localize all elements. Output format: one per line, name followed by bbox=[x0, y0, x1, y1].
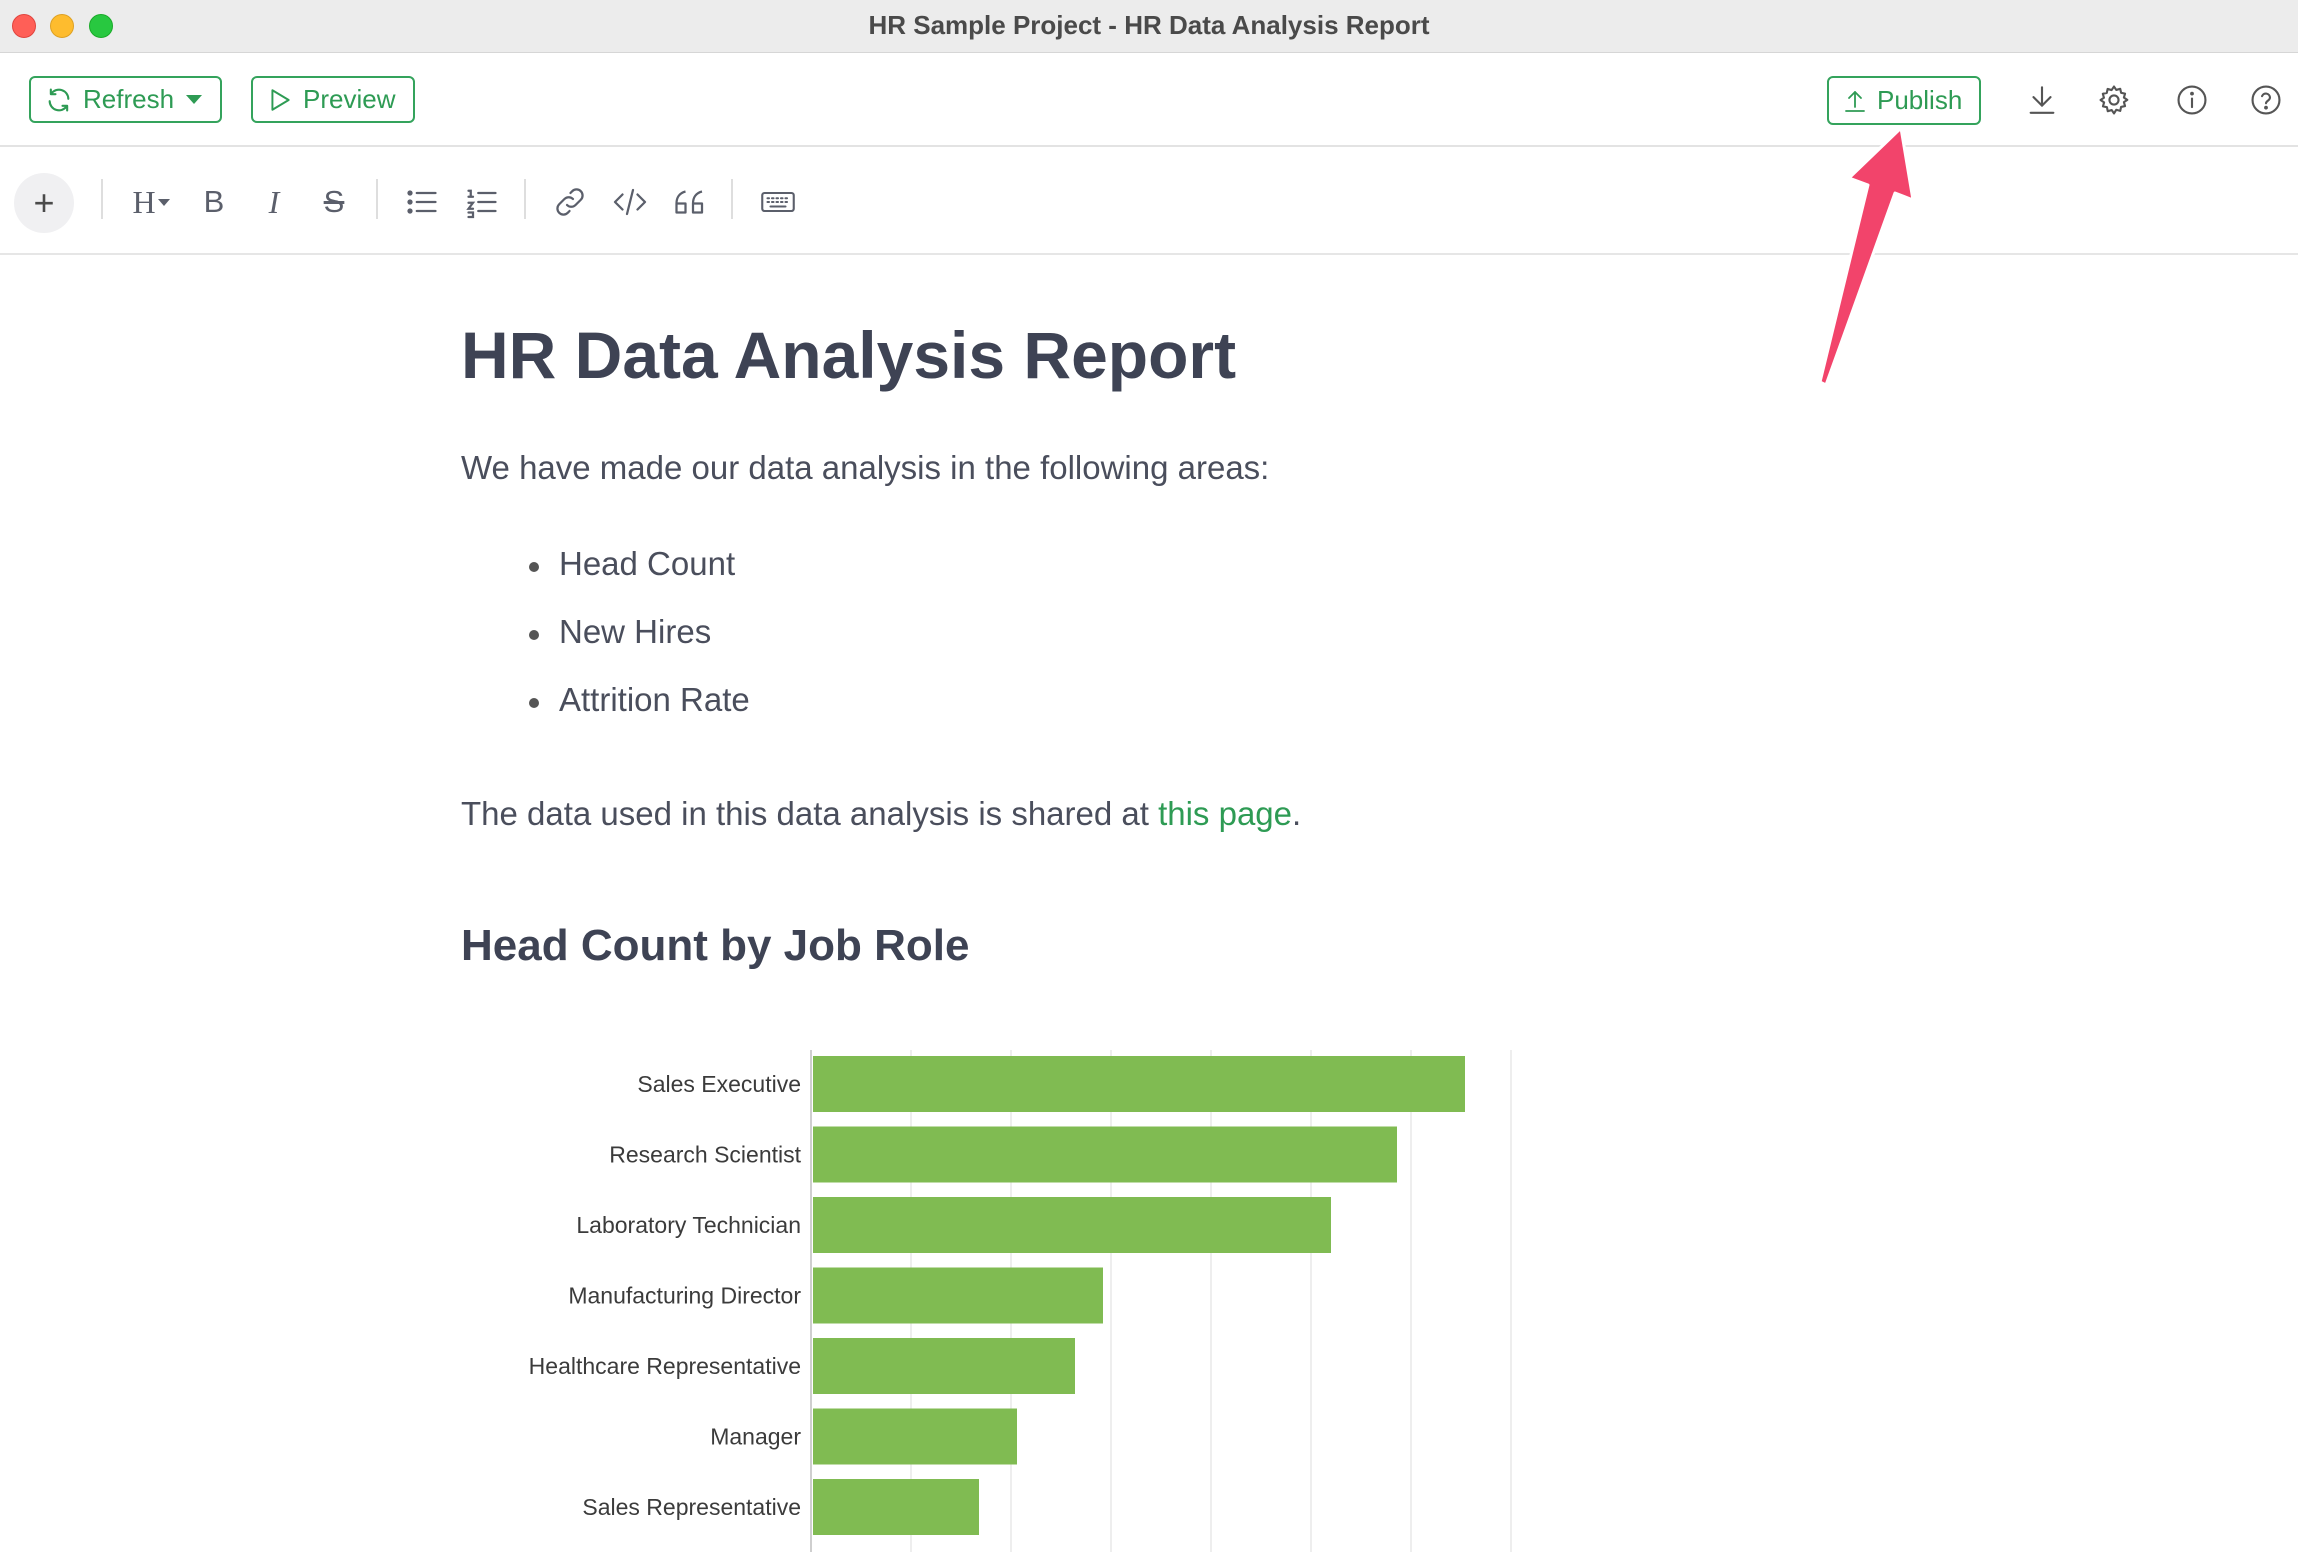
download-icon[interactable] bbox=[2025, 83, 2059, 117]
chart-category-label: Research Scientist bbox=[609, 1142, 801, 1168]
data-source-paragraph: The data used in this data analysis is s… bbox=[461, 795, 1301, 833]
chart-bar[interactable] bbox=[813, 1338, 1075, 1394]
bold-button[interactable]: B bbox=[196, 182, 232, 222]
numbered-list-icon[interactable] bbox=[464, 182, 500, 222]
bold-icon: B bbox=[203, 184, 225, 219]
refresh-button[interactable]: Refresh bbox=[29, 76, 222, 123]
strikethrough-icon: S bbox=[323, 184, 345, 219]
section-title: Head Count by Job Role bbox=[461, 921, 970, 970]
help-icon[interactable] bbox=[2249, 83, 2283, 117]
format-toolbar: + H B I S bbox=[0, 147, 2298, 255]
data-source-link[interactable]: this page bbox=[1158, 795, 1292, 832]
list-item: Head Count bbox=[529, 545, 750, 613]
add-block-button[interactable]: + bbox=[14, 173, 74, 233]
areas-list: Head Count New Hires Attrition Rate bbox=[529, 545, 750, 749]
chart-category-label: Laboratory Technician bbox=[576, 1212, 801, 1238]
chevron-down-icon bbox=[157, 198, 170, 206]
italic-button[interactable]: I bbox=[256, 182, 292, 222]
italic-icon: I bbox=[268, 183, 280, 220]
heading-icon: H bbox=[132, 183, 156, 220]
chart-category-label: Manufacturing Director bbox=[568, 1283, 801, 1309]
main-toolbar: Refresh Preview Publish bbox=[0, 53, 2298, 147]
upload-icon bbox=[1845, 90, 1865, 112]
gear-icon[interactable] bbox=[2097, 83, 2131, 117]
chart-bar[interactable] bbox=[813, 1479, 979, 1535]
list-item: Attrition Rate bbox=[529, 681, 750, 749]
chart-bar[interactable] bbox=[813, 1408, 1017, 1465]
link-icon[interactable] bbox=[552, 182, 588, 222]
keyboard-icon[interactable] bbox=[760, 182, 796, 222]
heading-button[interactable]: H bbox=[124, 182, 178, 222]
refresh-label: Refresh bbox=[83, 84, 175, 114]
data-source-text: The data used in this data analysis is s… bbox=[461, 795, 1159, 832]
preview-label: Preview bbox=[303, 84, 396, 114]
bulleted-list-icon[interactable] bbox=[404, 182, 440, 222]
play-icon bbox=[271, 88, 290, 111]
info-icon[interactable] bbox=[2175, 83, 2209, 117]
data-source-period: . bbox=[1292, 795, 1302, 832]
toolbar-divider bbox=[376, 179, 378, 219]
window-title: HR Sample Project - HR Data Analysis Rep… bbox=[868, 10, 1430, 40]
chart-category-label: Healthcare Representative bbox=[529, 1353, 801, 1379]
toolbar-divider bbox=[524, 179, 526, 219]
chart-bar[interactable] bbox=[813, 1126, 1397, 1183]
preview-button[interactable]: Preview bbox=[251, 76, 415, 123]
strikethrough-button[interactable]: S bbox=[316, 182, 352, 222]
chart-category-label: Sales Executive bbox=[637, 1071, 801, 1097]
intro-paragraph: We have made our data analysis in the fo… bbox=[461, 449, 1270, 486]
chart-category-label: Manager bbox=[710, 1424, 801, 1450]
plus-icon: + bbox=[33, 182, 55, 223]
chart-bar[interactable] bbox=[813, 1267, 1103, 1324]
publish-label: Publish bbox=[1877, 85, 1963, 115]
quote-icon[interactable] bbox=[672, 182, 708, 222]
chart-bar[interactable] bbox=[813, 1056, 1465, 1112]
chart-category-label: Sales Representative bbox=[582, 1494, 801, 1520]
toolbar-divider bbox=[731, 179, 733, 219]
window-titlebar: HR Sample Project - HR Data Analysis Rep… bbox=[0, 0, 2298, 53]
list-item: New Hires bbox=[529, 613, 750, 681]
toolbar-divider bbox=[101, 179, 103, 219]
annotation-arrow-icon bbox=[1818, 126, 1915, 387]
chart-bar[interactable] bbox=[813, 1197, 1331, 1253]
publish-button[interactable]: Publish bbox=[1827, 76, 1981, 125]
headcount-bar-chart: Sales Executive Research Scientist Laborat… bbox=[529, 1050, 1512, 1552]
code-icon[interactable] bbox=[612, 182, 648, 222]
page-title: HR Data Analysis Report bbox=[461, 318, 1237, 392]
chevron-down-icon bbox=[186, 95, 203, 104]
refresh-icon bbox=[48, 87, 70, 112]
